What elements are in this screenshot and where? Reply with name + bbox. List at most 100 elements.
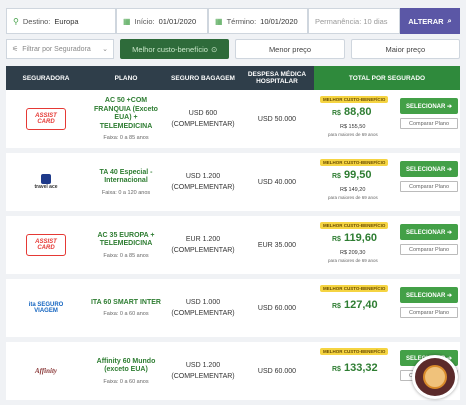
insurer-logo: travel ace bbox=[26, 171, 66, 193]
price: R$ 88,80 bbox=[332, 106, 372, 118]
chat-help-button[interactable] bbox=[412, 355, 458, 399]
price-value: 127,40 bbox=[344, 299, 378, 311]
price-value: 119,60 bbox=[344, 232, 378, 244]
header-plano: PLANO bbox=[114, 74, 138, 82]
price: R$ 99,50 bbox=[332, 169, 372, 181]
bagagem-type: (COMPLEMENTAR) bbox=[171, 310, 235, 317]
price-value: 88,80 bbox=[344, 106, 372, 118]
table-header: SEGURADORA PLANO SEGURO BAGAGEM DESPESA … bbox=[6, 66, 460, 90]
bagagem-value: USD 1.000 bbox=[185, 299, 221, 306]
age-range: Faixa: 0 a 60 anos bbox=[103, 311, 149, 318]
age-range: Faixa: 0 a 120 anos bbox=[101, 189, 151, 196]
medica-value: USD 40.000 bbox=[257, 178, 297, 186]
best-value-badge: MELHOR CUSTO-BENEFÍCIO bbox=[320, 348, 389, 355]
insurer-cell: ASSIST CARD bbox=[6, 216, 86, 274]
insurer-cell: travel ace bbox=[6, 153, 86, 211]
bagagem-cell: USD 1.200 (COMPLEMENTAR) bbox=[166, 342, 240, 400]
header-total: TOTAL POR SEGURADO bbox=[314, 66, 460, 90]
insurer-logo: ASSIST CARD bbox=[26, 234, 66, 256]
currency: R$ bbox=[332, 110, 341, 117]
sort-label: Menor preço bbox=[268, 44, 312, 54]
bagagem-type: (COMPLEMENTAR) bbox=[171, 373, 235, 380]
table-row: ASSIST CARD AC 50 +COM FRANQUIA (Exceto … bbox=[6, 90, 460, 148]
plan-cell: AC 35 EUROPA + TELEMEDICINA Faixa: 0 a 8… bbox=[86, 216, 166, 274]
medica-value: EUR 35.000 bbox=[257, 241, 297, 249]
destino-value: Europa bbox=[54, 16, 79, 26]
location-pin-icon: ⚲ bbox=[13, 16, 19, 26]
compare-button[interactable]: Comparar Plano bbox=[400, 307, 458, 318]
medica-value: USD 60.000 bbox=[257, 304, 297, 312]
plan-name[interactable]: AC 35 EUROPA + TELEMEDICINA bbox=[86, 232, 166, 249]
insurer-logo-text: travel ace bbox=[34, 184, 58, 190]
header-bagagem: SEGURO BAGAGEM bbox=[171, 74, 235, 82]
destino-label: Destino: bbox=[22, 16, 51, 26]
termino-label: Término: bbox=[226, 16, 257, 26]
bagagem-type: (COMPLEMENTAR) bbox=[171, 247, 235, 254]
avatar-icon bbox=[423, 365, 447, 389]
table-row: travel ace TA 40 Especial - Internaciona… bbox=[6, 153, 460, 211]
compare-button[interactable]: Comparar Plano bbox=[400, 244, 458, 255]
price: R$ 127,40 bbox=[332, 299, 378, 311]
inicio-field[interactable]: ▦ Início: 01/01/2020 bbox=[116, 8, 208, 34]
plan-name[interactable]: Affinity 60 Mundo (exceto EUA) bbox=[86, 358, 166, 375]
plans-list: ASSIST CARD AC 50 +COM FRANQUIA (Exceto … bbox=[6, 90, 460, 405]
total-cell: MELHOR CUSTO-BENEFÍCIO R$ 127,40 SELECIO… bbox=[314, 279, 460, 337]
calendar-icon: ▦ bbox=[123, 16, 131, 26]
plan-name[interactable]: TA 40 Especial - Internacional bbox=[86, 169, 166, 186]
bagagem-value: EUR 1.200 bbox=[185, 236, 221, 243]
filter-icon: ⚟ bbox=[12, 46, 19, 53]
select-button[interactable]: SELECIONAR ➔ bbox=[400, 161, 458, 177]
table-row: Affinity Affinity 60 Mundo (exceto EUA) … bbox=[6, 342, 460, 400]
currency: R$ bbox=[332, 173, 341, 180]
price: R$ 119,60 bbox=[332, 232, 377, 244]
bagagem-type: (COMPLEMENTAR) bbox=[171, 121, 235, 128]
plan-name[interactable]: AC 50 +COM FRANQUIA (Exceto EUA) + TELEM… bbox=[86, 97, 166, 131]
insurer-logo: ita SEGURO VIAGEM bbox=[28, 302, 64, 314]
age-range: Faixa: 0 a 85 anos bbox=[103, 252, 149, 259]
medica-cell: USD 60.000 bbox=[240, 279, 314, 337]
permanencia-text: Permanência: 10 dias bbox=[315, 16, 388, 26]
total-cell: MELHOR CUSTO-BENEFÍCIO R$ 119,60 R$ 209,… bbox=[314, 216, 460, 274]
chevron-down-icon: ⌄ bbox=[102, 46, 108, 53]
compare-button[interactable]: Comparar Plano bbox=[400, 118, 458, 129]
price: R$ 133,32 bbox=[332, 362, 378, 374]
medica-value: USD 50.000 bbox=[257, 115, 297, 123]
plan-cell: AC 50 +COM FRANQUIA (Exceto EUA) + TELEM… bbox=[86, 90, 166, 148]
sort-highest-price[interactable]: Maior preço bbox=[350, 39, 460, 59]
medica-cell: USD 40.000 bbox=[240, 153, 314, 211]
sort-best-value[interactable]: Melhor custo-benefício ⊙ bbox=[120, 39, 230, 59]
bagagem-cell: USD 1.000 (COMPLEMENTAR) bbox=[166, 279, 240, 337]
table-row: ASSIST CARD AC 35 EUROPA + TELEMEDICINA … bbox=[6, 216, 460, 274]
total-cell: MELHOR CUSTO-BENEFÍCIO R$ 99,50 R$ 149,2… bbox=[314, 153, 460, 211]
alterar-button[interactable]: ALTERAR ⌕ bbox=[400, 8, 460, 34]
insurer-cell: ita SEGURO VIAGEM bbox=[6, 279, 86, 337]
sort-lowest-price[interactable]: Menor preço bbox=[235, 39, 345, 59]
bagagem-value: USD 1.200 bbox=[185, 362, 221, 369]
calendar-icon: ▦ bbox=[215, 16, 223, 26]
plan-cell: TA 40 Especial - Internacional Faixa: 0 … bbox=[86, 153, 166, 211]
select-button[interactable]: SELECIONAR ➔ bbox=[400, 98, 458, 114]
old-price: R$ 209,30 bbox=[340, 250, 366, 256]
compare-button[interactable]: Comparar Plano bbox=[400, 181, 458, 192]
select-button[interactable]: SELECIONAR ➔ bbox=[400, 287, 458, 303]
plan-name[interactable]: ITA 60 SMART INTER bbox=[89, 299, 163, 308]
insurer-cell: ASSIST CARD bbox=[6, 90, 86, 148]
sort-label: Melhor custo-benefício bbox=[132, 44, 208, 54]
insurer-cell: Affinity bbox=[6, 342, 86, 400]
destino-field[interactable]: ⚲ Destino: Europa bbox=[6, 8, 116, 34]
price-note: para maiores de 69 anos bbox=[328, 195, 378, 200]
currency: R$ bbox=[332, 366, 341, 373]
select-button[interactable]: SELECIONAR ➔ bbox=[400, 224, 458, 240]
medica-cell: USD 50.000 bbox=[240, 90, 314, 148]
header-seguradora: SEGURADORA bbox=[22, 74, 70, 82]
search-bar: ⚲ Destino: Europa ▦ Início: 01/01/2020 ▦… bbox=[6, 8, 460, 34]
seguradora-placeholder: Filtrar por Seguradora bbox=[22, 45, 91, 53]
best-value-badge: MELHOR CUSTO-BENEFÍCIO bbox=[320, 159, 389, 166]
table-row: ita SEGURO VIAGEM ITA 60 SMART INTER Fai… bbox=[6, 279, 460, 337]
age-range: Faixa: 0 a 85 anos bbox=[103, 135, 149, 141]
best-value-badge: MELHOR CUSTO-BENEFÍCIO bbox=[320, 96, 389, 103]
total-cell: MELHOR CUSTO-BENEFÍCIO R$ 88,80 R$ 155,5… bbox=[314, 90, 460, 148]
seguradora-filter[interactable]: ⚟ Filtrar por Seguradora ⌄ bbox=[6, 39, 114, 59]
termino-field[interactable]: ▦ Término: 10/01/2020 bbox=[208, 8, 308, 34]
age-range: Faixa: 0 a 60 anos bbox=[103, 378, 149, 385]
